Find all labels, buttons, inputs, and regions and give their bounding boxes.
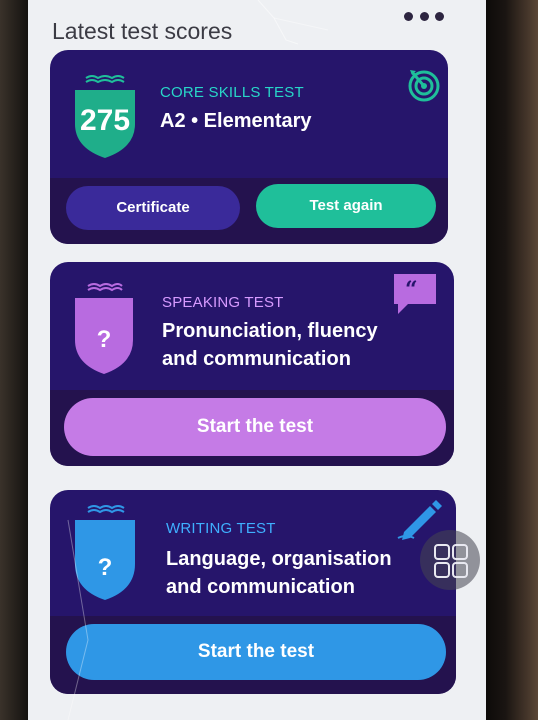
test-type-label: WRITING TEST bbox=[166, 520, 276, 537]
writing-start-button[interactable]: Start the test bbox=[66, 624, 446, 680]
score-shield: 275 bbox=[72, 72, 138, 160]
test-again-button[interactable]: Test again bbox=[256, 184, 436, 228]
dot-icon bbox=[419, 11, 429, 21]
speaking-title-line2: and communication bbox=[162, 348, 351, 370]
target-icon bbox=[406, 66, 442, 107]
writing-title-line1: Language, organisation bbox=[166, 548, 392, 570]
shield-icon bbox=[75, 505, 135, 600]
speaking-start-button[interactable]: Start the test bbox=[64, 398, 446, 456]
svg-text:“: “ bbox=[405, 277, 418, 303]
app-switcher-button[interactable] bbox=[420, 530, 480, 590]
writing-title-line2: and communication bbox=[166, 576, 355, 598]
grid-square-icon bbox=[434, 562, 450, 578]
test-type-label: CORE SKILLS TEST bbox=[160, 84, 304, 101]
grid-square-icon bbox=[452, 544, 468, 560]
placeholder-score: ? bbox=[96, 326, 112, 353]
level-label: A2 • Elementary bbox=[160, 110, 312, 132]
dot-icon bbox=[404, 11, 413, 21]
speaking-shield: ? bbox=[72, 280, 136, 376]
page-title: Latest test scores bbox=[52, 18, 233, 44]
certificate-button[interactable]: Certificate bbox=[66, 186, 240, 230]
more-options-button[interactable] bbox=[404, 6, 444, 26]
phone-bezel-right bbox=[484, 0, 538, 720]
core-skills-card: 275 CORE SKILLS TEST A2 • Elementary Cer… bbox=[50, 50, 448, 244]
dot-icon bbox=[435, 11, 444, 21]
writing-test-card: ? WRITING TEST Language, organisation an… bbox=[50, 490, 456, 694]
app-screen: Latest test scores 275 CORE SKILLS TEST … bbox=[28, 0, 486, 720]
grid-square-icon bbox=[434, 544, 450, 560]
speaking-title-line1: Pronunciation, fluency bbox=[162, 320, 378, 342]
test-type-label: SPEAKING TEST bbox=[162, 294, 284, 311]
placeholder-score: ? bbox=[97, 554, 113, 581]
speaking-test-card: ? SPEAKING TEST Pronunciation, fluency a… bbox=[50, 262, 454, 466]
score-value: 275 bbox=[79, 104, 131, 137]
grid-square-icon bbox=[452, 562, 468, 578]
phone-bezel-left bbox=[0, 0, 28, 720]
speech-bubble-icon: “ bbox=[392, 272, 438, 323]
writing-shield: ? bbox=[72, 502, 138, 602]
